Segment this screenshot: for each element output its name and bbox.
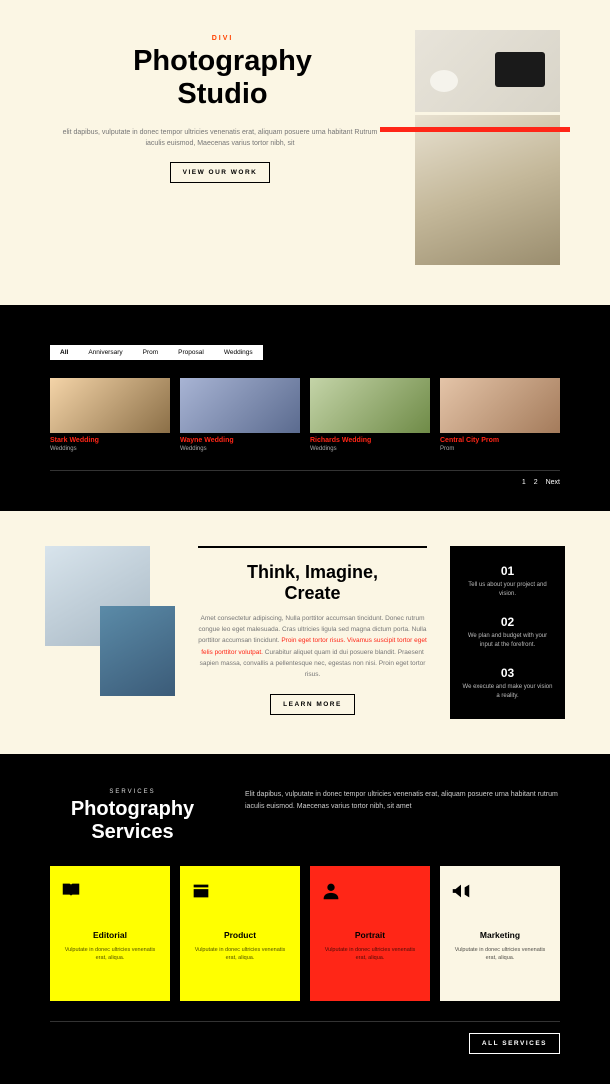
step-number: 02: [462, 615, 553, 629]
hero-section: DIVI Photography Studio elit dapibus, vu…: [0, 0, 610, 305]
think-steps-sidebar: 01 Tell us about your project and vision…: [450, 546, 565, 719]
pagination: 1 2 Next: [50, 479, 560, 486]
camera-icon: [190, 880, 290, 910]
step-number: 01: [462, 564, 553, 578]
filter-proposal[interactable]: Proposal: [168, 345, 214, 360]
hero-image-camera: [415, 30, 560, 112]
megaphone-icon: [450, 880, 550, 910]
card-title: Editorial: [60, 930, 160, 940]
services-title-line2: Services: [91, 821, 173, 843]
card-description: Vulputate in donec ultricies venenatis e…: [190, 946, 290, 963]
think-title-line2: Create: [284, 583, 340, 603]
think-images: [45, 546, 175, 719]
filter-prom[interactable]: Prom: [133, 345, 169, 360]
book-icon: [60, 880, 160, 910]
service-cards: Editorial Vulputate in donec ultricies v…: [50, 866, 560, 1001]
gallery-thumbnail: [310, 378, 430, 433]
gallery-item[interactable]: Central City Prom Prom: [440, 378, 560, 452]
gallery-item[interactable]: Richards Wedding Weddings: [310, 378, 430, 452]
hero-title-line1: Photography: [133, 45, 312, 77]
portfolio-section: All Anniversary Prom Proposal Weddings S…: [0, 305, 610, 511]
gallery-item-category: Weddings: [310, 446, 430, 452]
card-title: Product: [190, 930, 290, 940]
hero-pretitle: DIVI: [50, 35, 395, 42]
service-card-editorial[interactable]: Editorial Vulputate in donec ultricies v…: [50, 866, 170, 1001]
gallery-item[interactable]: Stark Wedding Weddings: [50, 378, 170, 452]
page-2[interactable]: 2: [534, 479, 538, 486]
view-our-work-button[interactable]: VIEW OUR WORK: [170, 162, 271, 183]
card-title: Marketing: [450, 930, 550, 940]
services-section: SERVICES Photography Services Elit dapib…: [0, 754, 610, 1084]
card-description: Vulputate in donec ultricies venenatis e…: [60, 946, 160, 963]
step-text: We execute and make your vision a realit…: [462, 683, 553, 701]
filter-weddings[interactable]: Weddings: [214, 345, 263, 360]
step-text: Tell us about your project and vision.: [462, 581, 553, 599]
all-services-button[interactable]: ALL SERVICES: [469, 1033, 560, 1054]
services-pretitle: SERVICES: [50, 789, 215, 795]
think-title: Think, Imagine, Create: [198, 562, 427, 603]
gallery-item-category: Prom: [440, 446, 560, 452]
service-card-portrait[interactable]: Portrait Vulputate in donec ultricies ve…: [310, 866, 430, 1001]
gallery-item[interactable]: Wayne Wedding Weddings: [180, 378, 300, 452]
gallery-item-title: Central City Prom: [440, 437, 560, 444]
services-paragraph: Elit dapibus, vulputate in donec tempor …: [245, 789, 560, 844]
filter-all[interactable]: All: [50, 345, 78, 360]
person-icon: [320, 880, 420, 910]
step-text: We plan and budget with your input at th…: [462, 632, 553, 650]
hero-title-line2: Studio: [177, 78, 267, 110]
page-1[interactable]: 1: [522, 479, 526, 486]
gallery-item-title: Wayne Wedding: [180, 437, 300, 444]
think-paragraph: Amet consectetur adipiscing, Nulla portt…: [198, 613, 427, 679]
services-title-line1: Photography: [71, 798, 194, 820]
step-number: 03: [462, 666, 553, 680]
portfolio-filter-tabs: All Anniversary Prom Proposal Weddings: [50, 345, 263, 360]
gallery-item-title: Richards Wedding: [310, 437, 430, 444]
think-divider: [198, 546, 427, 548]
gallery-thumbnail: [50, 378, 170, 433]
card-title: Portrait: [320, 930, 420, 940]
gallery-item-category: Weddings: [50, 446, 170, 452]
hero-title: Photography Studio: [50, 45, 395, 112]
page-next[interactable]: Next: [546, 479, 560, 486]
learn-more-button[interactable]: LEARN MORE: [270, 694, 355, 715]
think-section: Think, Imagine, Create Amet consectetur …: [0, 511, 610, 754]
red-accent-bar: [380, 127, 570, 132]
card-description: Vulputate in donec ultricies venenatis e…: [450, 946, 550, 963]
portfolio-gallery: Stark Wedding Weddings Wayne Wedding Wed…: [50, 378, 560, 452]
think-image-model: [100, 606, 175, 696]
hero-paragraph: elit dapibus, vulputate in donec tempor …: [50, 127, 390, 161]
gallery-item-category: Weddings: [180, 446, 300, 452]
services-divider: [50, 1021, 560, 1022]
services-title: Photography Services: [50, 798, 215, 844]
gallery-item-title: Stark Wedding: [50, 437, 170, 444]
think-title-line1: Think, Imagine,: [247, 562, 378, 582]
portfolio-divider: [50, 470, 560, 471]
gallery-thumbnail: [440, 378, 560, 433]
filter-anniversary[interactable]: Anniversary: [78, 345, 132, 360]
hero-image-window: [415, 115, 560, 265]
gallery-thumbnail: [180, 378, 300, 433]
service-card-marketing[interactable]: Marketing Vulputate in donec ultricies v…: [440, 866, 560, 1001]
card-description: Vulputate in donec ultricies venenatis e…: [320, 946, 420, 963]
service-card-product[interactable]: Product Vulputate in donec ultricies ven…: [180, 866, 300, 1001]
